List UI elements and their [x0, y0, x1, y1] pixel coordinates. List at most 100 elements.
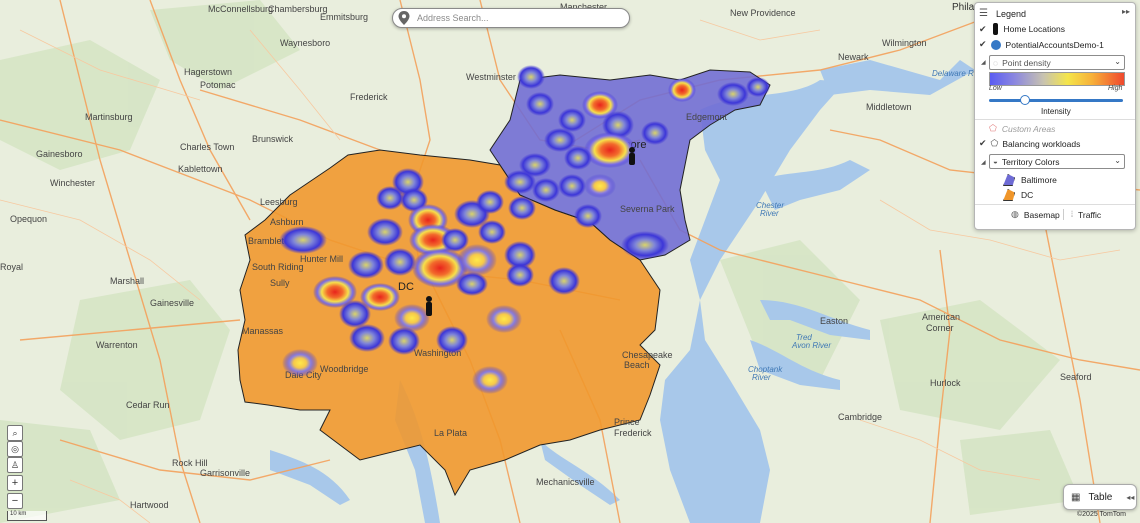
- checkmark-icon[interactable]: ✔: [979, 39, 987, 50]
- svg-text:Corner: Corner: [926, 323, 954, 333]
- heat-spot: [282, 349, 318, 377]
- expand-arrow-icon[interactable]: ◢: [981, 59, 986, 66]
- heat-spot: [621, 231, 669, 259]
- svg-text:Chambersburg: Chambersburg: [268, 4, 328, 14]
- table-button[interactable]: ▦ Table ◂◂: [1063, 484, 1137, 510]
- svg-text:Warrenton: Warrenton: [96, 340, 138, 350]
- heat-spot: [457, 244, 497, 276]
- minus-icon: −: [11, 495, 19, 507]
- zoom-out-button[interactable]: −: [7, 493, 23, 509]
- legend-territory-baltimore[interactable]: Baltimore: [1003, 174, 1057, 186]
- density-icon: ◌: [993, 57, 999, 68]
- svg-text:Winchester: Winchester: [50, 178, 95, 188]
- svg-text:DC: DC: [398, 281, 414, 293]
- visualization-select[interactable]: ◌ Point density ⌄: [989, 55, 1125, 70]
- intensity-slider-handle[interactable]: [1020, 95, 1030, 105]
- svg-text:Chesapeake: Chesapeake: [622, 350, 673, 360]
- legend-territory-dc[interactable]: DC: [1003, 189, 1033, 201]
- svg-text:Seaford: Seaford: [1060, 372, 1092, 382]
- heat-spot: [436, 326, 468, 354]
- svg-text:Beach: Beach: [624, 360, 650, 370]
- divider: [975, 119, 1135, 120]
- svg-text:Middletown: Middletown: [866, 102, 912, 112]
- checkmark-icon[interactable]: ✔: [979, 138, 987, 149]
- svg-text:Manassas: Manassas: [242, 326, 284, 336]
- heat-spot: [367, 218, 403, 246]
- locate-button[interactable]: ◎: [7, 441, 23, 457]
- heat-spot: [584, 132, 636, 168]
- svg-text:Garrisonville: Garrisonville: [200, 468, 250, 478]
- svg-text:Westminster: Westminster: [466, 72, 516, 82]
- traffic-icon: ⦙: [1071, 209, 1074, 219]
- heat-spot: [746, 77, 770, 97]
- heat-spot: [717, 82, 749, 106]
- heat-spot: [506, 263, 534, 287]
- heat-spot: [476, 190, 504, 214]
- svg-text:La Plata: La Plata: [434, 428, 467, 438]
- grid-icon: ▦: [1071, 491, 1081, 503]
- heat-spot: [558, 174, 586, 198]
- heat-spot: [548, 267, 580, 295]
- street-view-button[interactable]: ♙: [7, 457, 23, 473]
- legend-item-custom-areas[interactable]: ⬠ Custom Areas: [989, 123, 1055, 134]
- traffic-label: Traffic: [1078, 209, 1102, 220]
- zoom-area-button[interactable]: ⌕: [7, 425, 23, 441]
- svg-text:Opequon: Opequon: [10, 214, 47, 224]
- magnifier-icon: ⌕: [12, 427, 18, 438]
- svg-text:Brunswick: Brunswick: [252, 134, 294, 144]
- address-search-box[interactable]: Address Search...: [392, 8, 630, 28]
- svg-text:Charles Town: Charles Town: [180, 142, 234, 152]
- home-location-baltimore[interactable]: [629, 147, 635, 165]
- low-label: Low: [989, 85, 1002, 92]
- svg-text:Waynesboro: Waynesboro: [280, 38, 330, 48]
- menu-icon[interactable]: ☰: [979, 8, 988, 19]
- territory-name-label: Baltimore: [1021, 175, 1057, 185]
- expand-arrow-icon[interactable]: ◢: [981, 159, 986, 166]
- heat-spot: [279, 226, 327, 254]
- table-button-label: Table: [1088, 491, 1113, 503]
- person-icon: [992, 23, 998, 35]
- legend-title: Legend: [995, 8, 1027, 19]
- basemap-button[interactable]: ◍ Basemap: [1011, 209, 1060, 220]
- heat-spot: [532, 178, 560, 202]
- svg-text:Frederick: Frederick: [614, 428, 652, 438]
- territory-colors-select[interactable]: ◒ Territory Colors ⌄: [989, 154, 1125, 169]
- heat-spot: [486, 305, 522, 333]
- legend-item-home-locations[interactable]: ✔ Home Locations: [979, 23, 1065, 35]
- balancing-workloads-label: Balancing workloads: [1002, 138, 1081, 149]
- svg-text:Royal: Royal: [0, 262, 23, 272]
- svg-text:Rock Hill: Rock Hill: [172, 458, 208, 468]
- traffic-button[interactable]: ⦙ Traffic: [1071, 209, 1101, 220]
- collapse-panel-icon[interactable]: ▸▸: [1122, 7, 1130, 16]
- legend-item-balancing-workloads[interactable]: ✔ ⬠ Balancing workloads: [979, 138, 1080, 149]
- map-canvas[interactable]: McConnellsburg Chambersburg Waynesboro H…: [0, 0, 1140, 523]
- layer-name-label: PotentialAccountsDemo-1: [1005, 39, 1104, 50]
- checkmark-icon[interactable]: ✔: [979, 24, 987, 35]
- heat-spot: [574, 204, 602, 228]
- heat-spot: [349, 324, 385, 352]
- svg-text:Hurlock: Hurlock: [930, 378, 961, 388]
- svg-text:Mechanicsville: Mechanicsville: [536, 477, 595, 487]
- heat-spot: [376, 186, 404, 210]
- collapse-icon[interactable]: ◂◂: [1126, 493, 1134, 502]
- home-location-dc[interactable]: [426, 296, 432, 316]
- territory-name-label: DC: [1021, 190, 1034, 200]
- heat-spot: [339, 300, 371, 328]
- zoom-in-button[interactable]: +: [7, 475, 23, 491]
- heat-spot: [668, 78, 696, 102]
- legend-item-layer[interactable]: ✔ PotentialAccountsDemo-1: [979, 39, 1104, 50]
- address-search-input[interactable]: Address Search...: [417, 13, 489, 23]
- svg-text:McConnellsburg: McConnellsburg: [208, 4, 273, 14]
- intensity-slider[interactable]: [989, 99, 1123, 102]
- svg-text:Newark: Newark: [838, 52, 869, 62]
- polygon-icon: ⬠: [989, 123, 997, 133]
- layer-dot-icon: [990, 39, 1001, 50]
- heat-spot: [478, 220, 506, 244]
- intensity-label: Intensity: [1041, 107, 1071, 116]
- crosshair-icon: ◎: [11, 443, 19, 454]
- svg-text:Severna Park: Severna Park: [620, 204, 675, 214]
- svg-text:American: American: [922, 312, 960, 322]
- heat-spot: [584, 174, 616, 198]
- heat-spot: [456, 272, 488, 296]
- svg-text:Hunter Mill: Hunter Mill: [300, 254, 343, 264]
